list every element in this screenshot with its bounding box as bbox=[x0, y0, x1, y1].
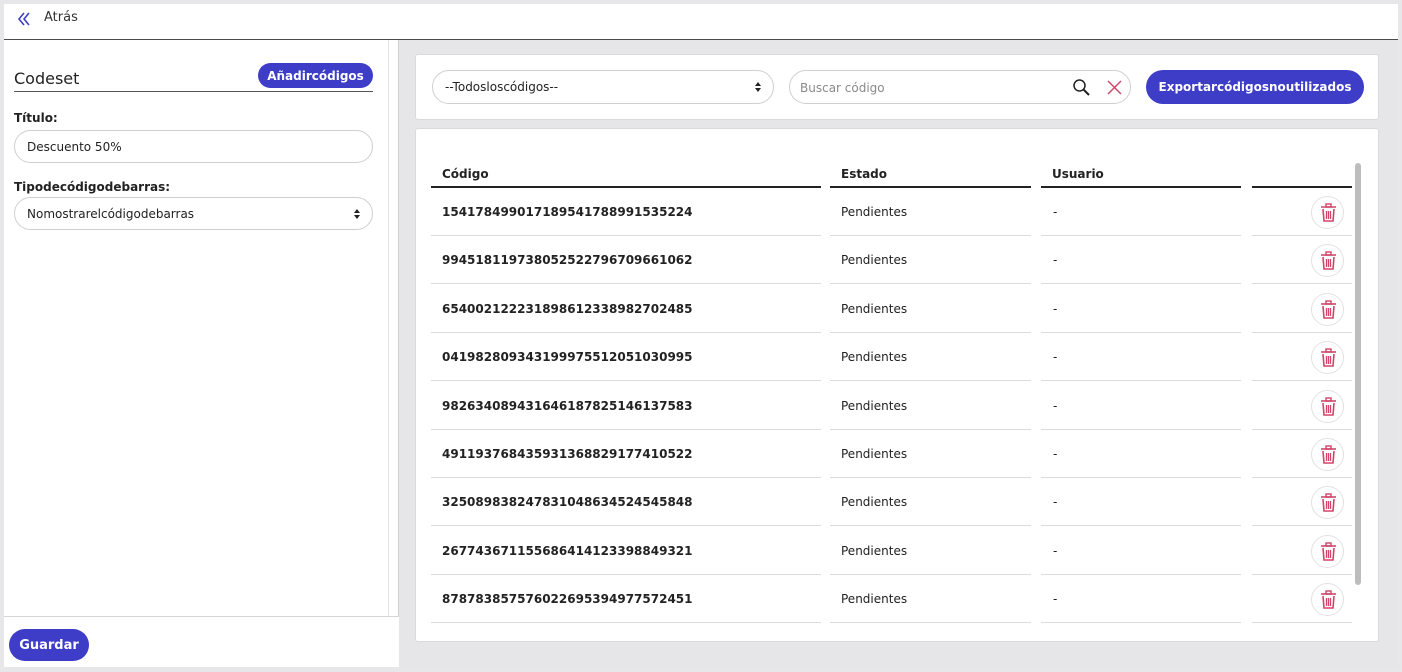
row-divider bbox=[1252, 622, 1352, 624]
add-codes-button[interactable]: Añadircódigos bbox=[258, 63, 373, 88]
user-cell: - bbox=[1053, 495, 1058, 510]
section-title: Codeset bbox=[14, 69, 80, 88]
table-row: 994518119738052522796709661062 Pendientes… bbox=[416, 236, 1378, 285]
status-cell: Pendientes bbox=[841, 205, 908, 219]
code-filter-value: --Todosloscódigos-- bbox=[445, 80, 559, 94]
left-panel-footer: Guardar bbox=[4, 616, 399, 667]
save-button[interactable]: Guardar bbox=[9, 629, 89, 661]
search-icon[interactable] bbox=[1072, 78, 1091, 97]
row-divider bbox=[1041, 622, 1241, 624]
section-title-underline bbox=[14, 91, 373, 92]
user-cell: - bbox=[1053, 447, 1058, 461]
code-cell: 654002122231898612338982702485 bbox=[442, 301, 693, 316]
delete-code-button[interactable] bbox=[1311, 438, 1344, 471]
code-cell: 491193768435931368829177410522 bbox=[442, 447, 693, 461]
row-divider bbox=[830, 622, 1031, 624]
user-cell: - bbox=[1053, 253, 1058, 268]
user-cell: - bbox=[1053, 301, 1058, 316]
table-row: 491193768435931368829177410522 Pendientes… bbox=[416, 430, 1378, 478]
delete-code-button[interactable] bbox=[1311, 292, 1344, 326]
table-row: 325089838247831048634524545848 Pendientes… bbox=[416, 478, 1378, 527]
table-row: 041982809343199975512051030995 Pendientes… bbox=[416, 333, 1378, 382]
code-cell: 041982809343199975512051030995 bbox=[442, 350, 693, 365]
delete-code-button[interactable] bbox=[1311, 244, 1344, 278]
code-filter-select[interactable]: --Todosloscódigos-- bbox=[432, 70, 774, 104]
status-cell: Pendientes bbox=[841, 495, 908, 510]
table-row: 878783857576022695394977572451 Pendientes… bbox=[416, 575, 1378, 624]
title-field-label: Título: bbox=[14, 111, 58, 125]
delete-code-button[interactable] bbox=[1311, 389, 1344, 423]
status-cell: Pendientes bbox=[841, 592, 908, 607]
codeset-editor-panel: Codeset Añadircódigos Título: Tipodecódi… bbox=[4, 40, 399, 667]
user-cell: - bbox=[1053, 543, 1058, 558]
barcode-type-select[interactable]: Nomostrarelcódigodebarras bbox=[14, 197, 373, 230]
barcode-type-value: Nomostrarelcódigodebarras bbox=[27, 206, 195, 221]
double-chevron-left-icon[interactable] bbox=[15, 10, 33, 28]
delete-code-button[interactable] bbox=[1311, 341, 1344, 375]
column-header-code[interactable]: Código bbox=[442, 167, 489, 181]
code-cell: 267743671155686414123398849321 bbox=[442, 543, 693, 558]
delete-code-button[interactable] bbox=[1311, 196, 1344, 229]
search-box bbox=[789, 70, 1131, 104]
status-cell: Pendientes bbox=[841, 253, 908, 268]
code-cell: 325089838247831048634524545848 bbox=[442, 495, 693, 510]
delete-code-button[interactable] bbox=[1311, 486, 1344, 520]
code-cell: 154178499017189541788991535224 bbox=[442, 205, 693, 219]
back-link[interactable]: Atrás bbox=[44, 10, 78, 25]
user-cell: - bbox=[1053, 205, 1058, 219]
app-frame: Atrás Codeset Añadircódigos Título: Tipo… bbox=[4, 4, 1398, 667]
top-bar: Atrás bbox=[4, 4, 1398, 40]
code-cell: 878783857576022695394977572451 bbox=[442, 592, 693, 607]
table-row: 654002122231898612338982702485 Pendientes… bbox=[416, 285, 1378, 333]
codes-table: Código Estado Usuario 154178499017189541… bbox=[415, 128, 1379, 642]
status-cell: Pendientes bbox=[841, 447, 908, 461]
delete-code-button[interactable] bbox=[1311, 583, 1344, 617]
search-input[interactable] bbox=[800, 79, 1060, 97]
user-cell: - bbox=[1053, 592, 1058, 607]
barcode-type-label: Tipodecódigodebarras: bbox=[14, 180, 171, 194]
code-cell: 982634089431646187825146137583 bbox=[442, 398, 693, 413]
code-cell: 994518119738052522796709661062 bbox=[442, 253, 693, 268]
user-cell: - bbox=[1053, 350, 1058, 365]
user-cell: - bbox=[1053, 398, 1058, 413]
column-header-status[interactable]: Estado bbox=[841, 167, 887, 181]
select-arrows-icon bbox=[354, 208, 360, 219]
status-cell: Pendientes bbox=[841, 398, 908, 413]
panel-divider bbox=[388, 40, 389, 618]
status-cell: Pendientes bbox=[841, 301, 908, 316]
status-cell: Pendientes bbox=[841, 543, 908, 558]
column-header-user[interactable]: Usuario bbox=[1052, 167, 1104, 181]
table-row: 154178499017189541788991535224 Pendientes… bbox=[416, 188, 1378, 236]
delete-code-button[interactable] bbox=[1311, 534, 1344, 568]
scrollbar-thumb[interactable] bbox=[1355, 163, 1361, 585]
row-divider bbox=[431, 622, 821, 624]
export-unused-codes-button[interactable]: Exportarcódigosnoutilizados bbox=[1146, 70, 1364, 104]
title-input[interactable] bbox=[14, 130, 373, 163]
status-cell: Pendientes bbox=[841, 350, 908, 365]
table-row: 267743671155686414123398849321 Pendientes… bbox=[416, 527, 1378, 575]
select-arrows-icon bbox=[755, 82, 761, 92]
clear-icon[interactable] bbox=[1107, 80, 1122, 95]
filter-toolbar: --Todosloscódigos-- Exportarcódigosnouti… bbox=[415, 54, 1379, 120]
table-row: 982634089431646187825146137583 Pendientes… bbox=[416, 382, 1378, 430]
